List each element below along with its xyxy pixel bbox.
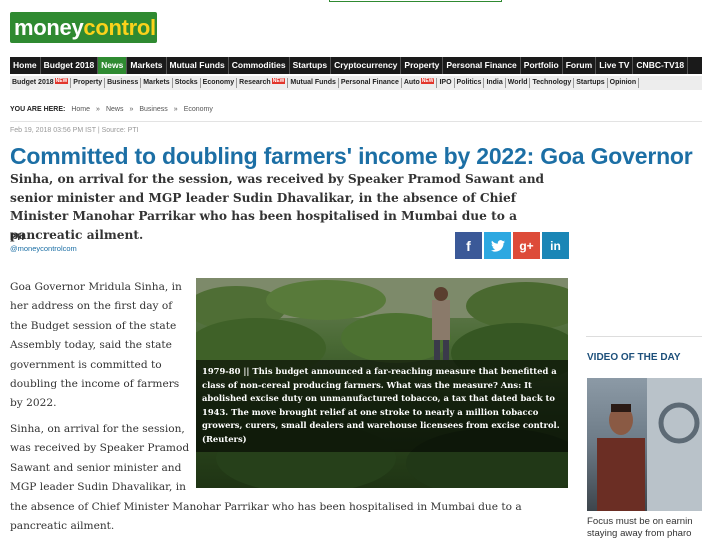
breadcrumb-link-news[interactable]: News: [106, 106, 124, 113]
subnav-item-label: Stocks: [174, 79, 198, 86]
subnav-item-label: India: [486, 79, 503, 86]
subnav-item-label: Politics: [456, 79, 482, 86]
nav-item-commodities[interactable]: Commodities: [229, 57, 290, 74]
video-of-the-day-title: VIDEO OF THE DAY: [587, 352, 681, 363]
breadcrumb-link-home[interactable]: Home: [71, 106, 90, 113]
facebook-icon: f: [466, 237, 471, 254]
article-author[interactable]: PTI: [10, 232, 24, 242]
nav-item-live-tv[interactable]: Live TV: [596, 57, 634, 74]
subnav-item-budget-2018[interactable]: Budget 2018 NEW: [10, 78, 72, 88]
nav-item-markets[interactable]: Markets: [127, 57, 167, 74]
subnav-item-label: World: [507, 79, 528, 86]
subnav-item-markets[interactable]: Markets: [141, 78, 173, 88]
video-caption[interactable]: Focus must be on earnin staying away fro…: [587, 516, 702, 539]
nav-item-budget-2018[interactable]: Budget 2018: [41, 57, 99, 74]
sidebar-divider: [586, 336, 702, 337]
nav-item-home[interactable]: Home: [10, 57, 41, 74]
subnav-item-stocks[interactable]: Stocks: [173, 78, 201, 88]
subnav-item-research[interactable]: Research NEW: [237, 78, 289, 88]
article-paragraph-2: Sinha, on arrival for the session, was r…: [10, 423, 190, 494]
nav-item-cryptocurrency[interactable]: Cryptocurrency: [331, 57, 402, 74]
subnav-item-label: Startups: [576, 79, 605, 86]
breadcrumb-separator: »: [96, 106, 100, 113]
new-badge: NEW: [420, 78, 435, 84]
nav-item-property[interactable]: Property: [401, 57, 444, 74]
subnav-item-auto[interactable]: Auto NEW: [402, 78, 438, 88]
subnav-item-opinion[interactable]: Opinion: [608, 78, 640, 88]
subnav-item-ipo[interactable]: IPO: [437, 78, 455, 88]
nav-item-startups[interactable]: Startups: [290, 57, 332, 74]
subnav-item-business[interactable]: Business: [105, 78, 142, 88]
breadcrumb: YOU ARE HERE: Home » News » Business » Economy: [10, 106, 213, 113]
nav-item-news[interactable]: News: [98, 57, 128, 74]
breadcrumb-link-economy[interactable]: Economy: [184, 106, 213, 113]
nav-item-mutual-funds[interactable]: Mutual Funds: [167, 57, 229, 74]
article-paragraph-2-continued: the absence of Chief Minister Manohar Pa…: [10, 501, 522, 533]
subnav-item-politics[interactable]: Politics: [455, 78, 485, 88]
googleplus-icon: g+: [519, 238, 534, 253]
article-headline: Committed to doubling farmers' income by…: [10, 143, 693, 169]
nav-item-cnbc-tv18[interactable]: CNBC-TV18: [633, 57, 689, 74]
top-search-box[interactable]: [329, 0, 502, 2]
logo-text-money: money: [14, 14, 84, 40]
facebook-share-button[interactable]: f: [455, 232, 482, 259]
subnav-item-startups[interactable]: Startups: [574, 78, 608, 88]
author-handle[interactable]: @moneycontrolcom: [10, 244, 77, 253]
subnav-item-technology[interactable]: Technology: [530, 78, 575, 88]
googleplus-share-button[interactable]: g+: [513, 232, 540, 259]
linkedin-share-button[interactable]: in: [542, 232, 569, 259]
divider: [10, 121, 702, 122]
twitter-icon: [490, 239, 505, 252]
twitter-share-button[interactable]: [484, 232, 511, 259]
subnav-item-label: Technology: [532, 79, 572, 86]
subnav-item-property[interactable]: Property: [71, 78, 106, 88]
subnav-item-mutual-funds[interactable]: Mutual Funds: [288, 78, 339, 88]
subnav-item-label: Auto: [403, 79, 420, 86]
breadcrumb-label: YOU ARE HERE:: [10, 106, 66, 113]
photo-caption: 1979-80 || This budget announced a far-r…: [196, 360, 568, 452]
logo-text-control: control: [83, 14, 156, 40]
moneycontrol-logo[interactable]: money control: [10, 12, 157, 43]
subnav-item-label: Mutual Funds: [290, 79, 336, 86]
video-thumbnail[interactable]: [587, 378, 702, 511]
subnav-item-personal-finance[interactable]: Personal Finance: [339, 78, 402, 88]
nav-item-personal-finance[interactable]: Personal Finance: [443, 57, 521, 74]
subnav-item-economy[interactable]: Economy: [201, 78, 238, 88]
nav-item-portfolio[interactable]: Portfolio: [521, 57, 563, 74]
video-caption-line-2: staying away from pharo: [587, 528, 692, 539]
subnav-item-label: Markets: [143, 79, 170, 86]
nav-item-forum[interactable]: Forum: [563, 57, 597, 74]
video-presenter-illustration: [597, 378, 702, 511]
subnav-item-india[interactable]: India: [484, 78, 506, 88]
new-badge: NEW: [271, 78, 286, 84]
linkedin-icon: in: [550, 238, 561, 253]
subnav-item-label: IPO: [439, 79, 452, 86]
breadcrumb-link-business[interactable]: Business: [139, 106, 167, 113]
subnav-item-label: Personal Finance: [340, 79, 399, 86]
breadcrumb-separator: »: [173, 106, 178, 113]
article-dateline: Feb 19, 2018 03:56 PM IST | Source: PTI: [10, 127, 139, 134]
video-caption-line-1: Focus must be on earnin: [587, 516, 693, 527]
secondary-nav: Budget 2018 NEW Property Business Markets Sto…: [10, 76, 702, 90]
article-paragraph-1: Goa Governor Mridula Sinha, in her addre…: [10, 281, 182, 410]
article-photo[interactable]: 1979-80 || This budget announced a far-r…: [196, 278, 568, 488]
subnav-item-label: Business: [107, 79, 139, 86]
subnav-item-label: Opinion: [609, 79, 637, 86]
subnav-item-label: Property: [73, 79, 103, 86]
new-badge: NEW: [54, 78, 69, 84]
subnav-item-label: Budget 2018: [12, 79, 54, 86]
breadcrumb-separator: »: [129, 106, 134, 113]
subnav-item-label: Economy: [202, 79, 235, 86]
primary-nav: Home Budget 2018 News Markets Mutual Funds Co…: [10, 57, 702, 74]
subnav-item-label: Research: [239, 79, 271, 86]
subnav-item-world[interactable]: World: [506, 78, 531, 88]
